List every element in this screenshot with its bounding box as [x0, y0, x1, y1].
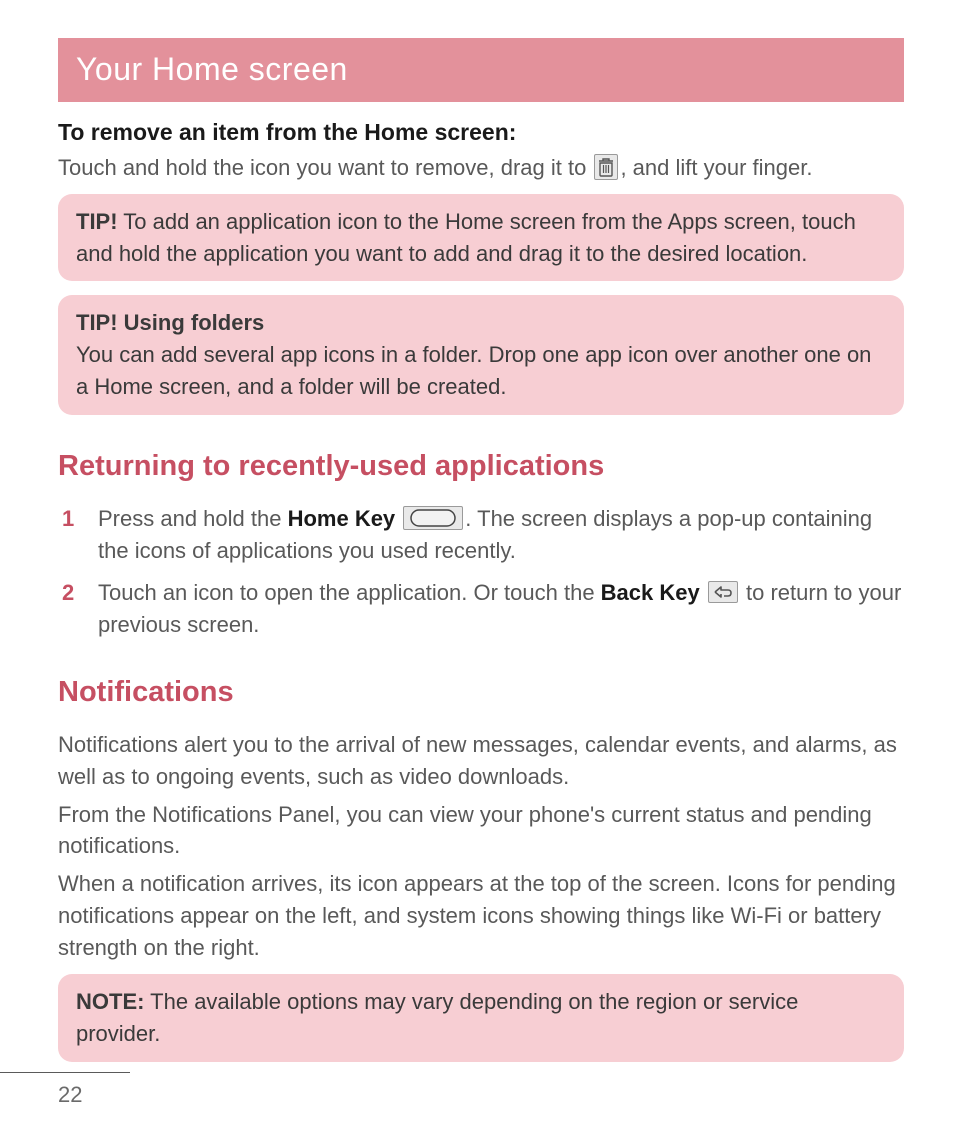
tip-box-folders: TIP! Using folders You can add several a… — [58, 295, 904, 415]
remove-text-b: , and lift your finger. — [620, 155, 812, 180]
tip-box-add-app: TIP! To add an application icon to the H… — [58, 194, 904, 282]
step1-a: Press and hold the — [98, 506, 288, 531]
notifications-p3: When a notification arrives, its icon ap… — [58, 868, 904, 964]
home-key-icon — [403, 506, 463, 530]
home-key-label: Home Key — [288, 506, 396, 531]
returning-steps: Press and hold the Home Key . The screen… — [62, 503, 904, 641]
tip2-label: TIP! Using folders — [76, 307, 886, 339]
remove-text-a: Touch and hold the icon you want to remo… — [58, 155, 592, 180]
remove-instruction: Touch and hold the icon you want to remo… — [58, 152, 904, 184]
note-text: The available options may vary depending… — [76, 989, 798, 1046]
back-key-label: Back Key — [601, 580, 700, 605]
notifications-p1: Notifications alert you to the arrival o… — [58, 729, 904, 793]
tip1-label: TIP! — [76, 209, 118, 234]
page-number: 22 — [58, 1079, 82, 1111]
returning-heading: Returning to recently-used applications — [58, 445, 904, 487]
trash-icon — [594, 154, 618, 180]
notifications-heading: Notifications — [58, 671, 904, 713]
page-banner: Your Home screen — [58, 38, 904, 102]
note-label: NOTE: — [76, 989, 144, 1014]
banner-title: Your Home screen — [76, 51, 348, 87]
step-2: Touch an icon to open the application. O… — [62, 577, 904, 641]
note-box: NOTE: The available options may vary dep… — [58, 974, 904, 1062]
back-key-icon — [708, 581, 738, 603]
step2-a: Touch an icon to open the application. O… — [98, 580, 601, 605]
notifications-p2: From the Notifications Panel, you can vi… — [58, 799, 904, 863]
tip1-text: To add an application icon to the Home s… — [76, 209, 856, 266]
step-1: Press and hold the Home Key . The screen… — [62, 503, 904, 567]
page-rule — [0, 1072, 130, 1073]
remove-heading: To remove an item from the Home screen: — [58, 116, 904, 149]
tip2-text: You can add several app icons in a folde… — [76, 339, 886, 403]
